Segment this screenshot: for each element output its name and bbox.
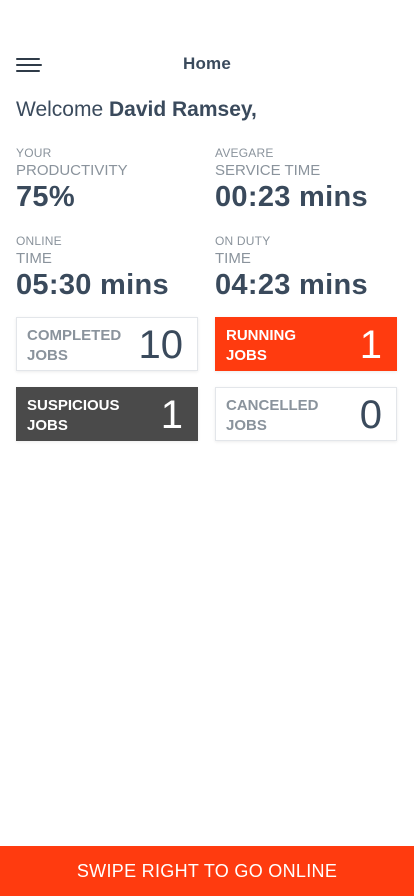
stat-label-top: ONLINE <box>16 234 62 248</box>
stat-on-duty-time: ON DUTY TIME 04:23 mins <box>215 234 405 302</box>
stat-label-bottom: TIME <box>215 250 251 267</box>
stat-label-top: ON DUTY <box>215 234 271 248</box>
card-label: COMPLETED JOBS <box>27 326 137 366</box>
welcome-greeting: Welcome <box>16 98 104 121</box>
card-label-line2: JOBS <box>226 417 267 434</box>
welcome-message: Welcome David Ramsey, <box>16 98 257 122</box>
swipe-go-online-button[interactable]: SWIPE RIGHT TO GO ONLINE <box>0 846 414 896</box>
running-jobs-card[interactable]: RUNNING JOBS 1 <box>215 317 397 371</box>
stat-label-bottom: PRODUCTIVITY <box>16 162 128 179</box>
card-label-line2: JOBS <box>226 347 267 364</box>
stat-service-time: AVEGARE SERVICE TIME 00:23 mins <box>215 146 405 214</box>
user-name: David Ramsey, <box>108 98 257 121</box>
stat-online-time: ONLINE TIME 05:30 mins <box>16 234 206 302</box>
stat-value: 04:23 mins <box>215 269 368 301</box>
card-count: 1 <box>160 393 183 437</box>
stat-value: 75% <box>16 181 75 213</box>
card-label-line1: COMPLETED <box>27 327 122 344</box>
suspicious-jobs-card[interactable]: SUSPICIOUS JOBS 1 <box>16 387 198 441</box>
card-label: CANCELLED JOBS <box>226 396 336 436</box>
stat-productivity: YOUR PRODUCTIVITY 75% <box>16 146 206 214</box>
home-screen: Home Welcome David Ramsey, YOUR PRODUCTI… <box>0 0 414 896</box>
stat-label-top: AVEGARE <box>215 146 274 160</box>
card-label-line1: SUSPICIOUS <box>27 397 120 414</box>
card-count: 1 <box>359 323 382 367</box>
card-label-line1: RUNNING <box>226 327 296 344</box>
card-label-line2: JOBS <box>27 347 68 364</box>
card-label-line2: JOBS <box>27 417 68 434</box>
stat-value: 05:30 mins <box>16 269 169 301</box>
stat-label-top: YOUR <box>16 146 52 160</box>
top-bar: Home <box>0 44 414 84</box>
card-count: 10 <box>138 323 184 367</box>
stat-value: 00:23 mins <box>215 181 368 213</box>
card-label: SUSPICIOUS JOBS <box>27 396 137 436</box>
stat-label-bottom: SERVICE TIME <box>215 162 321 179</box>
cancelled-jobs-card[interactable]: CANCELLED JOBS 0 <box>215 387 397 441</box>
stat-label-bottom: TIME <box>16 250 52 267</box>
page-title: Home <box>182 54 232 73</box>
card-label: RUNNING JOBS <box>226 326 336 366</box>
card-label-line1: CANCELLED <box>226 397 319 414</box>
card-count: 0 <box>359 393 382 437</box>
completed-jobs-card[interactable]: COMPLETED JOBS 10 <box>16 317 198 371</box>
